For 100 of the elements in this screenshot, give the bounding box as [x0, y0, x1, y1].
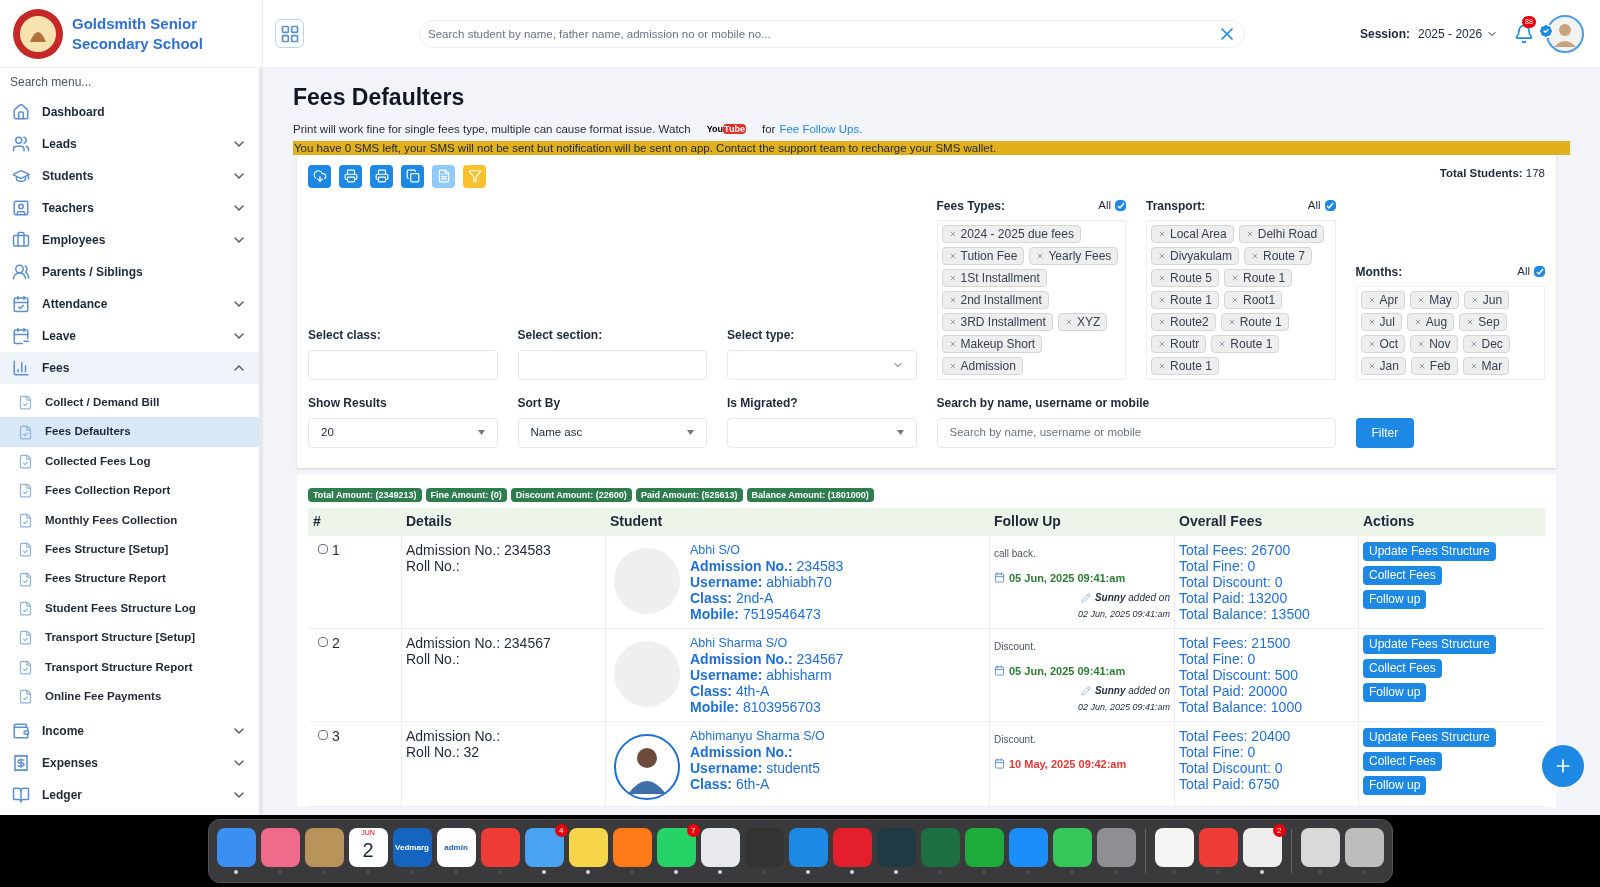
filter-chip[interactable]: 2nd Installment — [941, 290, 1049, 309]
filter-chip[interactable]: Delhi Road — [1238, 224, 1325, 243]
filter-chip[interactable]: Jan — [1360, 356, 1406, 375]
sidebar-item[interactable]: Expenses — [0, 747, 259, 780]
sidebar-subitem[interactable]: Monthly Fees Collection — [0, 505, 259, 535]
session-select[interactable]: 2025 - 2026 — [1418, 24, 1499, 43]
action-button[interactable]: Collect Fees — [1363, 658, 1442, 678]
remove-icon[interactable] — [1158, 229, 1166, 238]
filter-chip[interactable]: Dec — [1462, 334, 1510, 353]
sidebar-subitem[interactable]: Fees Collection Report — [0, 476, 259, 506]
filter-chip[interactable]: Oct — [1360, 334, 1406, 353]
sidebar-subitem[interactable]: Transport Structure Report — [0, 652, 259, 682]
filter-chip[interactable]: May — [1410, 290, 1459, 309]
sidebar-subitem[interactable]: Collected Fees Log — [0, 446, 259, 477]
filter-chip[interactable]: Local Area — [1151, 224, 1234, 243]
remove-icon[interactable] — [1218, 339, 1227, 348]
user-avatar[interactable] — [1546, 14, 1585, 53]
remove-icon[interactable] — [948, 251, 957, 260]
filter-chip[interactable]: Nov — [1410, 334, 1458, 353]
sidebar-subitem[interactable]: Fees Structure Report — [0, 564, 259, 594]
remove-icon[interactable] — [1231, 295, 1240, 304]
remove-icon[interactable] — [1227, 317, 1236, 326]
sidebar-item[interactable]: Students — [0, 160, 259, 192]
remove-icon[interactable] — [1036, 251, 1045, 260]
sidebar-subitem[interactable]: Student Fees Structure Log — [0, 593, 259, 624]
remove-icon[interactable] — [1245, 229, 1254, 238]
filter-chip[interactable]: Routr — [1151, 334, 1207, 353]
sidebar-subitem[interactable]: Collect / Demand Bill — [0, 388, 259, 418]
sidebar-item[interactable]: Ledger — [0, 779, 259, 812]
app-icon[interactable] — [1052, 828, 1092, 867]
remove-icon[interactable] — [1231, 273, 1240, 282]
sidebar-item[interactable]: Employees — [0, 224, 259, 256]
action-button[interactable]: Collect Fees — [1363, 751, 1442, 771]
filter-chip[interactable]: Jun — [1463, 290, 1510, 309]
filter-chip[interactable]: Route 7 — [1244, 246, 1313, 265]
filter-button[interactable]: Filter — [1355, 417, 1415, 448]
notification-bell-icon[interactable] — [1514, 23, 1535, 44]
remove-icon[interactable] — [1158, 251, 1166, 260]
app-icon[interactable] — [612, 828, 652, 867]
row-checkbox[interactable] — [318, 636, 328, 647]
remove-icon[interactable] — [1251, 251, 1259, 260]
remove-icon[interactable] — [1413, 317, 1422, 326]
row-checkbox[interactable] — [318, 543, 328, 554]
filter-chip[interactable]: Tution Fee — [941, 246, 1025, 265]
input-field[interactable]: Search by name, username or mobile — [936, 417, 1336, 448]
filter-chip[interactable]: Route 1 — [1151, 356, 1220, 375]
filter-chip[interactable]: Divyakulam — [1151, 246, 1239, 265]
filter-chip[interactable]: Route 1 — [1220, 312, 1289, 331]
sidebar-subitem[interactable]: Fees Structure [Setup] — [0, 534, 259, 565]
apps-grid-button[interactable] — [275, 19, 304, 48]
toolbar-button[interactable] — [308, 164, 331, 188]
app-icon[interactable] — [524, 828, 564, 867]
add-button[interactable] — [1542, 745, 1584, 787]
filter-chip[interactable]: Route 1 — [1224, 268, 1293, 287]
sidebar-subitem[interactable]: Transport Structure [Setup] — [0, 623, 259, 653]
remove-icon[interactable] — [1417, 295, 1426, 304]
remove-icon[interactable] — [1158, 339, 1166, 348]
remove-icon[interactable] — [1367, 339, 1376, 348]
remove-icon[interactable] — [1158, 273, 1166, 282]
toolbar-button[interactable] — [339, 164, 362, 188]
remove-icon[interactable] — [1470, 295, 1479, 304]
toolbar-button[interactable] — [432, 164, 455, 188]
filter-chip[interactable]: 3RD Installment — [941, 312, 1053, 331]
remove-icon[interactable] — [1367, 317, 1376, 326]
filter-chip[interactable]: Root1 — [1224, 290, 1283, 309]
remove-icon[interactable] — [948, 317, 957, 326]
toolbar-button[interactable] — [401, 164, 424, 188]
remove-icon[interactable] — [948, 361, 957, 370]
filter-chip[interactable]: Makeup Short — [941, 334, 1043, 353]
filter-chip[interactable]: Feb — [1410, 356, 1458, 375]
input-field[interactable] — [517, 349, 707, 380]
sidebar-item[interactable]: Fees — [0, 352, 259, 384]
action-button[interactable]: Follow up — [1363, 589, 1427, 609]
remove-icon[interactable] — [1064, 317, 1073, 326]
select-field[interactable] — [727, 417, 917, 448]
app-icon[interactable] — [1242, 828, 1282, 867]
sidebar-item[interactable]: Attendance — [0, 288, 259, 320]
sidebar-item[interactable]: Income — [0, 715, 259, 748]
filter-chip[interactable]: Route 1 — [1211, 334, 1280, 353]
toolbar-button[interactable] — [370, 164, 393, 188]
filter-chip[interactable]: Yearly Fees — [1029, 246, 1119, 265]
remove-icon[interactable] — [1367, 361, 1376, 370]
remove-icon[interactable] — [1367, 295, 1376, 304]
app-icon[interactable] — [656, 828, 696, 867]
remove-icon[interactable] — [948, 273, 957, 282]
sidebar-subitem[interactable]: Online Fee Payments — [0, 681, 259, 712]
toolbar-button[interactable] — [463, 164, 486, 188]
remove-icon[interactable] — [1158, 317, 1166, 326]
filter-chip[interactable]: Admission — [941, 356, 1023, 375]
remove-icon[interactable] — [948, 229, 957, 238]
filter-chip[interactable]: 2024 - 2025 due fees — [941, 224, 1081, 243]
remove-icon[interactable] — [1158, 295, 1166, 304]
student-search-field[interactable]: Search student by name, father name, admission no or mobile no... — [419, 19, 1245, 48]
student-name[interactable]: Abhimanyu Sharma S/O — [690, 727, 825, 744]
app-icon[interactable]: Vedmarg — [392, 828, 432, 867]
app-icon[interactable] — [1344, 828, 1384, 867]
filter-chip[interactable]: Route 1 — [1151, 290, 1220, 309]
select-field[interactable]: 20 — [308, 417, 498, 448]
filter-chip[interactable]: Apr — [1360, 290, 1406, 309]
remove-icon[interactable] — [1469, 361, 1478, 370]
